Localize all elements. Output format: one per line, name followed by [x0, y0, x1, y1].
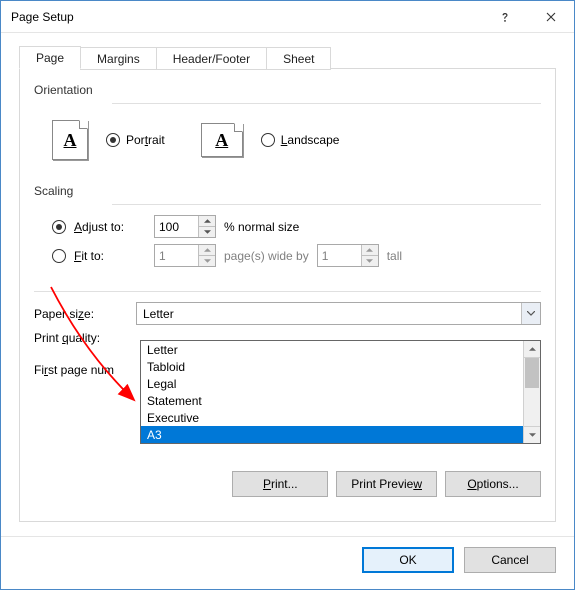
paper-size-label: Paper size: [34, 307, 126, 321]
option-tabloid[interactable]: Tabloid [141, 358, 523, 375]
paper-size-combo[interactable]: Letter [136, 302, 541, 325]
spinner[interactable] [198, 216, 215, 237]
spin-down-icon[interactable] [199, 256, 215, 266]
orientation-label: Orientation [34, 83, 541, 97]
fit-mid-label: page(s) wide by [224, 249, 309, 263]
spinner[interactable] [198, 245, 215, 266]
fit-tall-input[interactable]: 1 [317, 244, 379, 267]
tab-header-footer[interactable]: Header/Footer [156, 47, 267, 70]
window-title: Page Setup [11, 10, 482, 24]
close-button[interactable] [528, 1, 574, 33]
fit-to-label: Fit to: [74, 249, 146, 263]
divider [34, 291, 541, 292]
radio-icon [106, 133, 120, 147]
adjust-to-radio[interactable] [52, 220, 66, 234]
titlebar: Page Setup [1, 1, 574, 33]
print-preview-button[interactable]: Print Preview [336, 471, 437, 497]
fit-to-row: Fit to: 1 page(s) wide by 1 [52, 244, 541, 267]
help-button[interactable] [482, 1, 528, 33]
spin-down-icon[interactable] [199, 227, 215, 237]
page-setup-dialog: Page Setup Page Margins Header/Footer Sh… [0, 0, 575, 590]
tab-sheet[interactable]: Sheet [266, 47, 331, 70]
divider [112, 204, 541, 205]
orientation-row: A Portrait A Landscape [34, 114, 541, 170]
option-legal[interactable]: Legal [141, 375, 523, 392]
paper-size-row: Paper size: Letter [34, 302, 541, 325]
spin-down-icon[interactable] [362, 256, 378, 266]
option-executive[interactable]: Executive [141, 409, 523, 426]
scaling-label: Scaling [34, 184, 541, 198]
dialog-footer: OK Cancel [1, 536, 574, 589]
paper-size-dropdown[interactable]: Letter Tabloid Legal Statement Executive… [140, 340, 541, 444]
fit-to-radio[interactable] [52, 249, 66, 263]
print-quality-label: Print quality: [34, 331, 126, 345]
tab-page[interactable]: Page [19, 46, 81, 69]
print-button[interactable]: Print... [232, 471, 328, 497]
tabstrip: Page Margins Header/Footer Sheet [19, 45, 556, 69]
spin-up-icon[interactable] [199, 245, 215, 256]
options-button[interactable]: Options... [445, 471, 541, 497]
scroll-up-icon[interactable] [524, 341, 540, 358]
spin-up-icon[interactable] [199, 216, 215, 227]
tab-panel: Orientation A Portrait A Landscape [19, 69, 556, 522]
adjust-to-row: Adjust to: 100 % normal size [52, 215, 541, 238]
dropdown-scrollbar[interactable] [523, 341, 540, 443]
scroll-track[interactable] [524, 358, 540, 426]
adjust-to-label: Adjust to: [74, 220, 146, 234]
landscape-icon[interactable]: A [201, 123, 243, 157]
ok-button[interactable]: OK [362, 547, 454, 573]
fit-wide-input[interactable]: 1 [154, 244, 216, 267]
option-statement[interactable]: Statement [141, 392, 523, 409]
portrait-radio-label: Portrait [126, 133, 165, 147]
scroll-down-icon[interactable] [524, 426, 540, 443]
portrait-radio[interactable]: Portrait [106, 133, 165, 147]
landscape-radio[interactable]: Landscape [261, 133, 340, 147]
radio-icon [261, 133, 275, 147]
dropdown-items: Letter Tabloid Legal Statement Executive… [141, 341, 523, 443]
cancel-button[interactable]: Cancel [464, 547, 556, 573]
landscape-radio-label: Landscape [281, 133, 340, 147]
first-page-label: First page num [34, 363, 144, 377]
adjust-to-suffix: % normal size [224, 220, 299, 234]
divider [112, 103, 541, 104]
client-area: Page Margins Header/Footer Sheet Orienta… [1, 33, 574, 536]
fit-tall-label: tall [387, 249, 402, 263]
tab-margins[interactable]: Margins [80, 47, 157, 70]
portrait-icon[interactable]: A [52, 120, 88, 160]
spin-up-icon[interactable] [362, 245, 378, 256]
option-a3[interactable]: A3 [141, 426, 523, 443]
scaling-rows: Adjust to: 100 % normal size Fit to: 1 [34, 215, 541, 281]
adjust-to-input[interactable]: 100 [154, 215, 216, 238]
spinner[interactable] [361, 245, 378, 266]
chevron-down-icon[interactable] [521, 303, 540, 324]
option-letter[interactable]: Letter [141, 341, 523, 358]
scroll-thumb[interactable] [525, 358, 539, 388]
